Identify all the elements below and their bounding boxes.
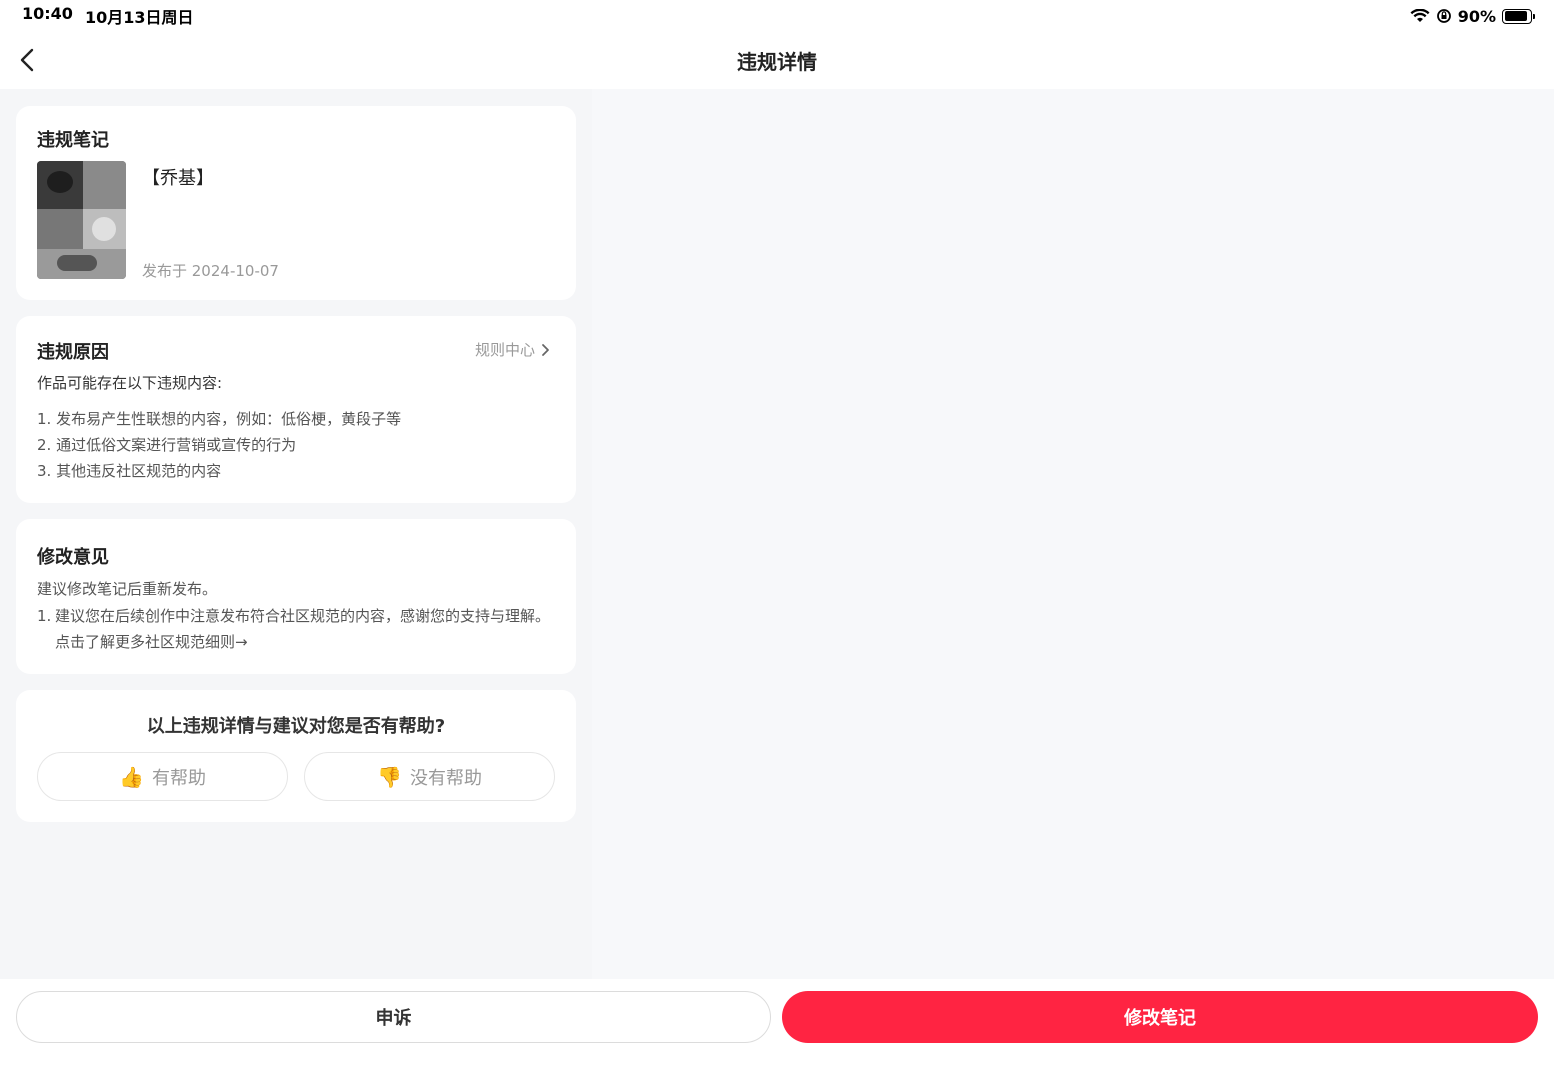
battery-icon <box>1502 8 1535 24</box>
thumbs-up-icon: 👍 <box>119 764 144 789</box>
feedback-question: 以上违规详情与建议对您是否有帮助? <box>146 716 446 737</box>
rule-center-label: 规则中心 <box>474 341 535 359</box>
note-title[interactable]: 【乔基】 <box>142 164 214 190</box>
not-helpful-button[interactable]: 👎 没有帮助 <box>304 752 555 801</box>
violating-note-card: 违规笔记 【乔基】 发布于 2024-10-07 <box>16 106 576 300</box>
not-helpful-label: 没有帮助 <box>409 767 482 789</box>
note-publish-date: 发布于 2024-10-07 <box>142 262 279 280</box>
note-card-title: 违规笔记 <box>37 130 109 151</box>
empty-detail-area <box>592 89 1554 979</box>
orientation-lock-icon <box>1436 9 1451 23</box>
status-time: 10:40 <box>22 4 73 23</box>
advice-item-text[interactable]: 建议您在后续创作中注意发布符合社区规范的内容，感谢您的支持与理解。点击了解更多社… <box>55 603 557 655</box>
chevron-left-icon[interactable] <box>16 46 40 74</box>
advice-card-title: 修改意见 <box>37 547 109 568</box>
reason-card-title: 违规原因 <box>37 342 109 363</box>
battery-percent: 90% <box>1457 6 1496 26</box>
page-title: 违规详情 <box>737 50 817 74</box>
list-item: 1. 发布易产生性联想的内容，例如：低俗梗，黄段子等 <box>37 410 402 428</box>
wifi-icon <box>1410 9 1430 22</box>
reason-list: 1. 发布易产生性联想的内容，例如：低俗梗，黄段子等 2. 通过低俗文案进行营销… <box>37 406 401 484</box>
helpful-button[interactable]: 👍 有帮助 <box>37 752 288 801</box>
chevron-right-icon <box>542 343 549 356</box>
status-date: 10月13日周日 <box>84 8 194 27</box>
list-item: 3. 其他违反社区规范的内容 <box>37 462 222 480</box>
status-left: 10:40 10月13日周日 <box>22 4 193 28</box>
note-thumbnail[interactable] <box>37 161 126 279</box>
bottom-action-bar: 申诉 修改笔记 <box>0 979 1554 1080</box>
thumbs-down-icon: 👎 <box>377 764 402 789</box>
feedback-card: 以上违规详情与建议对您是否有帮助? 👍 有帮助 👎 没有帮助 <box>16 690 576 822</box>
appeal-button[interactable]: 申诉 <box>16 991 771 1043</box>
advice-item-number: 1. <box>37 607 52 625</box>
nav-bar: 违规详情 <box>0 32 1554 89</box>
revision-advice-card: 修改意见 建议修改笔记后重新发布。 1. 建议您在后续创作中注意发布符合社区规范… <box>16 519 576 674</box>
list-item: 2. 通过低俗文案进行营销或宣传的行为 <box>37 436 297 454</box>
advice-intro: 建议修改笔记后重新发布。 <box>37 580 218 598</box>
battery-level <box>1504 11 1527 21</box>
advice-item[interactable]: 1. 建议您在后续创作中注意发布符合社区规范的内容，感谢您的支持与理解。点击了解… <box>37 603 557 655</box>
status-right: 90% <box>1410 6 1535 26</box>
edit-note-button[interactable]: 修改笔记 <box>782 991 1538 1043</box>
violation-reason-card: 违规原因 规则中心 作品可能存在以下违规内容: 1. 发布易产生性联想的内容，例… <box>16 316 576 503</box>
status-bar: 10:40 10月13日周日 90% <box>0 0 1554 32</box>
helpful-label: 有帮助 <box>151 767 206 789</box>
reason-intro: 作品可能存在以下违规内容: <box>37 374 223 392</box>
detail-panel: 违规笔记 【乔基】 发布于 2024-10-07 违规原因 规则中心 作品可能存… <box>0 89 592 979</box>
rule-center-link[interactable]: 规则中心 <box>475 339 550 360</box>
